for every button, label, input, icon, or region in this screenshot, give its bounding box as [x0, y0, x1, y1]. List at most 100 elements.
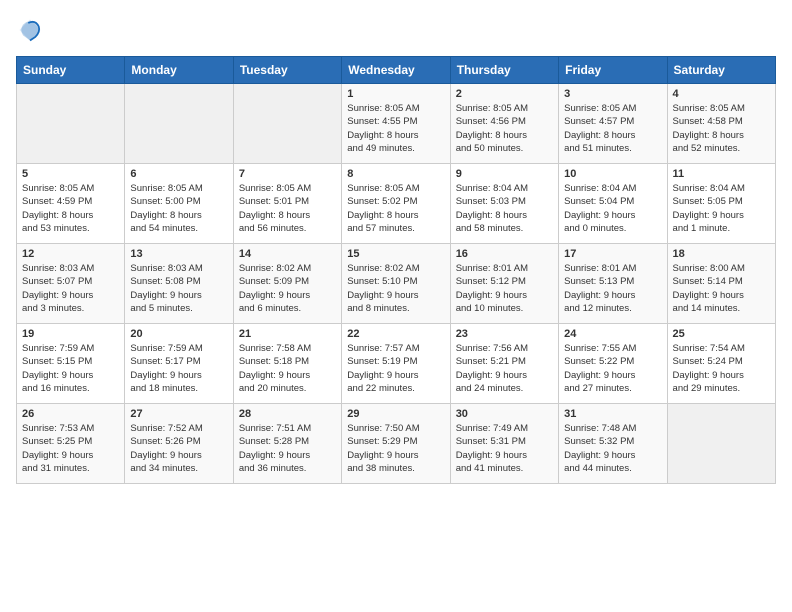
- weekday-header-tuesday: Tuesday: [233, 57, 341, 84]
- weekday-header-saturday: Saturday: [667, 57, 775, 84]
- weekday-header-row: SundayMondayTuesdayWednesdayThursdayFrid…: [17, 57, 776, 84]
- calendar-cell: 16 Sunrise: 8:01 AM Sunset: 5:12 PM Dayli…: [450, 244, 558, 324]
- day-info: Sunrise: 7:50 AM Sunset: 5:29 PM Dayligh…: [347, 422, 444, 475]
- day-number: 13: [130, 248, 227, 260]
- day-info: Sunrise: 7:55 AM Sunset: 5:22 PM Dayligh…: [564, 342, 661, 395]
- calendar-cell: [125, 84, 233, 164]
- day-info: Sunrise: 8:05 AM Sunset: 5:02 PM Dayligh…: [347, 182, 444, 235]
- day-number: 25: [673, 328, 770, 340]
- day-number: 6: [130, 168, 227, 180]
- day-info: Sunrise: 8:01 AM Sunset: 5:13 PM Dayligh…: [564, 262, 661, 315]
- calendar-cell: 11 Sunrise: 8:04 AM Sunset: 5:05 PM Dayli…: [667, 164, 775, 244]
- calendar-cell: 22Sunrise: 7:57 AM Sunset: 5:19 PM Dayli…: [342, 324, 450, 404]
- day-info: Sunrise: 7:54 AM Sunset: 5:24 PM Dayligh…: [673, 342, 770, 395]
- week-row-4: 19 Sunrise: 7:59 AM Sunset: 5:15 PM Dayli…: [17, 324, 776, 404]
- day-number: 12: [22, 248, 119, 260]
- calendar-cell: 13 Sunrise: 8:03 AM Sunset: 5:08 PM Dayli…: [125, 244, 233, 324]
- day-number: 11: [673, 168, 770, 180]
- day-number: 4: [673, 88, 770, 100]
- week-row-3: 12 Sunrise: 8:03 AM Sunset: 5:07 PM Dayli…: [17, 244, 776, 324]
- day-info: Sunrise: 8:00 AM Sunset: 5:14 PM Dayligh…: [673, 262, 770, 315]
- day-info: Sunrise: 8:05 AM Sunset: 5:01 PM Dayligh…: [239, 182, 336, 235]
- weekday-header-friday: Friday: [559, 57, 667, 84]
- day-info: Sunrise: 7:56 AM Sunset: 5:21 PM Dayligh…: [456, 342, 553, 395]
- calendar-cell: 10 Sunrise: 8:04 AM Sunset: 5:04 PM Dayli…: [559, 164, 667, 244]
- day-info: Sunrise: 7:48 AM Sunset: 5:32 PM Dayligh…: [564, 422, 661, 475]
- calendar-cell: 14Sunrise: 8:02 AM Sunset: 5:09 PM Dayli…: [233, 244, 341, 324]
- calendar-cell: 3 Sunrise: 8:05 AM Sunset: 4:57 PM Daylig…: [559, 84, 667, 164]
- calendar-cell: 25 Sunrise: 7:54 AM Sunset: 5:24 PM Dayli…: [667, 324, 775, 404]
- day-number: 31: [564, 408, 661, 420]
- day-info: Sunrise: 8:05 AM Sunset: 4:59 PM Dayligh…: [22, 182, 119, 235]
- day-info: Sunrise: 7:59 AM Sunset: 5:15 PM Dayligh…: [22, 342, 119, 395]
- calendar-cell: 18 Sunrise: 8:00 AM Sunset: 5:14 PM Dayli…: [667, 244, 775, 324]
- day-info: Sunrise: 7:53 AM Sunset: 5:25 PM Dayligh…: [22, 422, 119, 475]
- day-number: 2: [456, 88, 553, 100]
- day-number: 22: [347, 328, 444, 340]
- logo: [16, 16, 48, 44]
- calendar-cell: [233, 84, 341, 164]
- day-info: Sunrise: 8:04 AM Sunset: 5:03 PM Dayligh…: [456, 182, 553, 235]
- day-info: Sunrise: 8:03 AM Sunset: 5:08 PM Dayligh…: [130, 262, 227, 315]
- day-number: 20: [130, 328, 227, 340]
- weekday-header-wednesday: Wednesday: [342, 57, 450, 84]
- calendar-cell: 19 Sunrise: 7:59 AM Sunset: 5:15 PM Dayli…: [17, 324, 125, 404]
- calendar-cell: 8Sunrise: 8:05 AM Sunset: 5:02 PM Daylig…: [342, 164, 450, 244]
- day-info: Sunrise: 7:59 AM Sunset: 5:17 PM Dayligh…: [130, 342, 227, 395]
- calendar-cell: 23 Sunrise: 7:56 AM Sunset: 5:21 PM Dayli…: [450, 324, 558, 404]
- calendar-cell: 5 Sunrise: 8:05 AM Sunset: 4:59 PM Daylig…: [17, 164, 125, 244]
- week-row-2: 5 Sunrise: 8:05 AM Sunset: 4:59 PM Daylig…: [17, 164, 776, 244]
- day-number: 9: [456, 168, 553, 180]
- calendar-cell: 29 Sunrise: 7:50 AM Sunset: 5:29 PM Dayli…: [342, 404, 450, 484]
- weekday-header-thursday: Thursday: [450, 57, 558, 84]
- calendar-cell: 17 Sunrise: 8:01 AM Sunset: 5:13 PM Dayli…: [559, 244, 667, 324]
- calendar-cell: 28Sunrise: 7:51 AM Sunset: 5:28 PM Dayli…: [233, 404, 341, 484]
- calendar-cell: 30 Sunrise: 7:49 AM Sunset: 5:31 PM Dayli…: [450, 404, 558, 484]
- calendar-cell: 31 Sunrise: 7:48 AM Sunset: 5:32 PM Dayli…: [559, 404, 667, 484]
- day-number: 26: [22, 408, 119, 420]
- calendar-cell: 4Sunrise: 8:05 AM Sunset: 4:58 PM Daylig…: [667, 84, 775, 164]
- weekday-header-sunday: Sunday: [17, 57, 125, 84]
- day-number: 5: [22, 168, 119, 180]
- day-info: Sunrise: 8:04 AM Sunset: 5:04 PM Dayligh…: [564, 182, 661, 235]
- calendar-cell: 9 Sunrise: 8:04 AM Sunset: 5:03 PM Daylig…: [450, 164, 558, 244]
- day-info: Sunrise: 8:01 AM Sunset: 5:12 PM Dayligh…: [456, 262, 553, 315]
- calendar-cell: [667, 404, 775, 484]
- day-number: 24: [564, 328, 661, 340]
- week-row-1: 1 Sunrise: 8:05 AM Sunset: 4:55 PM Daylig…: [17, 84, 776, 164]
- day-number: 16: [456, 248, 553, 260]
- day-number: 29: [347, 408, 444, 420]
- day-info: Sunrise: 8:02 AM Sunset: 5:10 PM Dayligh…: [347, 262, 444, 315]
- day-info: Sunrise: 8:05 AM Sunset: 5:00 PM Dayligh…: [130, 182, 227, 235]
- calendar-cell: 21 Sunrise: 7:58 AM Sunset: 5:18 PM Dayli…: [233, 324, 341, 404]
- day-number: 15: [347, 248, 444, 260]
- calendar-cell: 26 Sunrise: 7:53 AM Sunset: 5:25 PM Dayli…: [17, 404, 125, 484]
- calendar-table: SundayMondayTuesdayWednesdayThursdayFrid…: [16, 56, 776, 484]
- calendar-cell: 15 Sunrise: 8:02 AM Sunset: 5:10 PM Dayli…: [342, 244, 450, 324]
- calendar-cell: 6 Sunrise: 8:05 AM Sunset: 5:00 PM Daylig…: [125, 164, 233, 244]
- day-number: 3: [564, 88, 661, 100]
- day-number: 21: [239, 328, 336, 340]
- day-number: 23: [456, 328, 553, 340]
- day-info: Sunrise: 7:49 AM Sunset: 5:31 PM Dayligh…: [456, 422, 553, 475]
- day-number: 30: [456, 408, 553, 420]
- calendar-cell: 7Sunrise: 8:05 AM Sunset: 5:01 PM Daylig…: [233, 164, 341, 244]
- day-info: Sunrise: 8:05 AM Sunset: 4:57 PM Dayligh…: [564, 102, 661, 155]
- logo-icon: [16, 16, 44, 44]
- day-number: 18: [673, 248, 770, 260]
- day-info: Sunrise: 8:05 AM Sunset: 4:55 PM Dayligh…: [347, 102, 444, 155]
- day-number: 17: [564, 248, 661, 260]
- day-info: Sunrise: 8:05 AM Sunset: 4:56 PM Dayligh…: [456, 102, 553, 155]
- day-info: Sunrise: 8:04 AM Sunset: 5:05 PM Dayligh…: [673, 182, 770, 235]
- day-info: Sunrise: 8:03 AM Sunset: 5:07 PM Dayligh…: [22, 262, 119, 315]
- day-number: 19: [22, 328, 119, 340]
- day-number: 1: [347, 88, 444, 100]
- weekday-header-monday: Monday: [125, 57, 233, 84]
- day-info: Sunrise: 7:58 AM Sunset: 5:18 PM Dayligh…: [239, 342, 336, 395]
- day-number: 14: [239, 248, 336, 260]
- calendar-cell: 2 Sunrise: 8:05 AM Sunset: 4:56 PM Daylig…: [450, 84, 558, 164]
- day-number: 28: [239, 408, 336, 420]
- page-header: [16, 16, 776, 44]
- calendar-cell: 20 Sunrise: 7:59 AM Sunset: 5:17 PM Dayli…: [125, 324, 233, 404]
- day-number: 10: [564, 168, 661, 180]
